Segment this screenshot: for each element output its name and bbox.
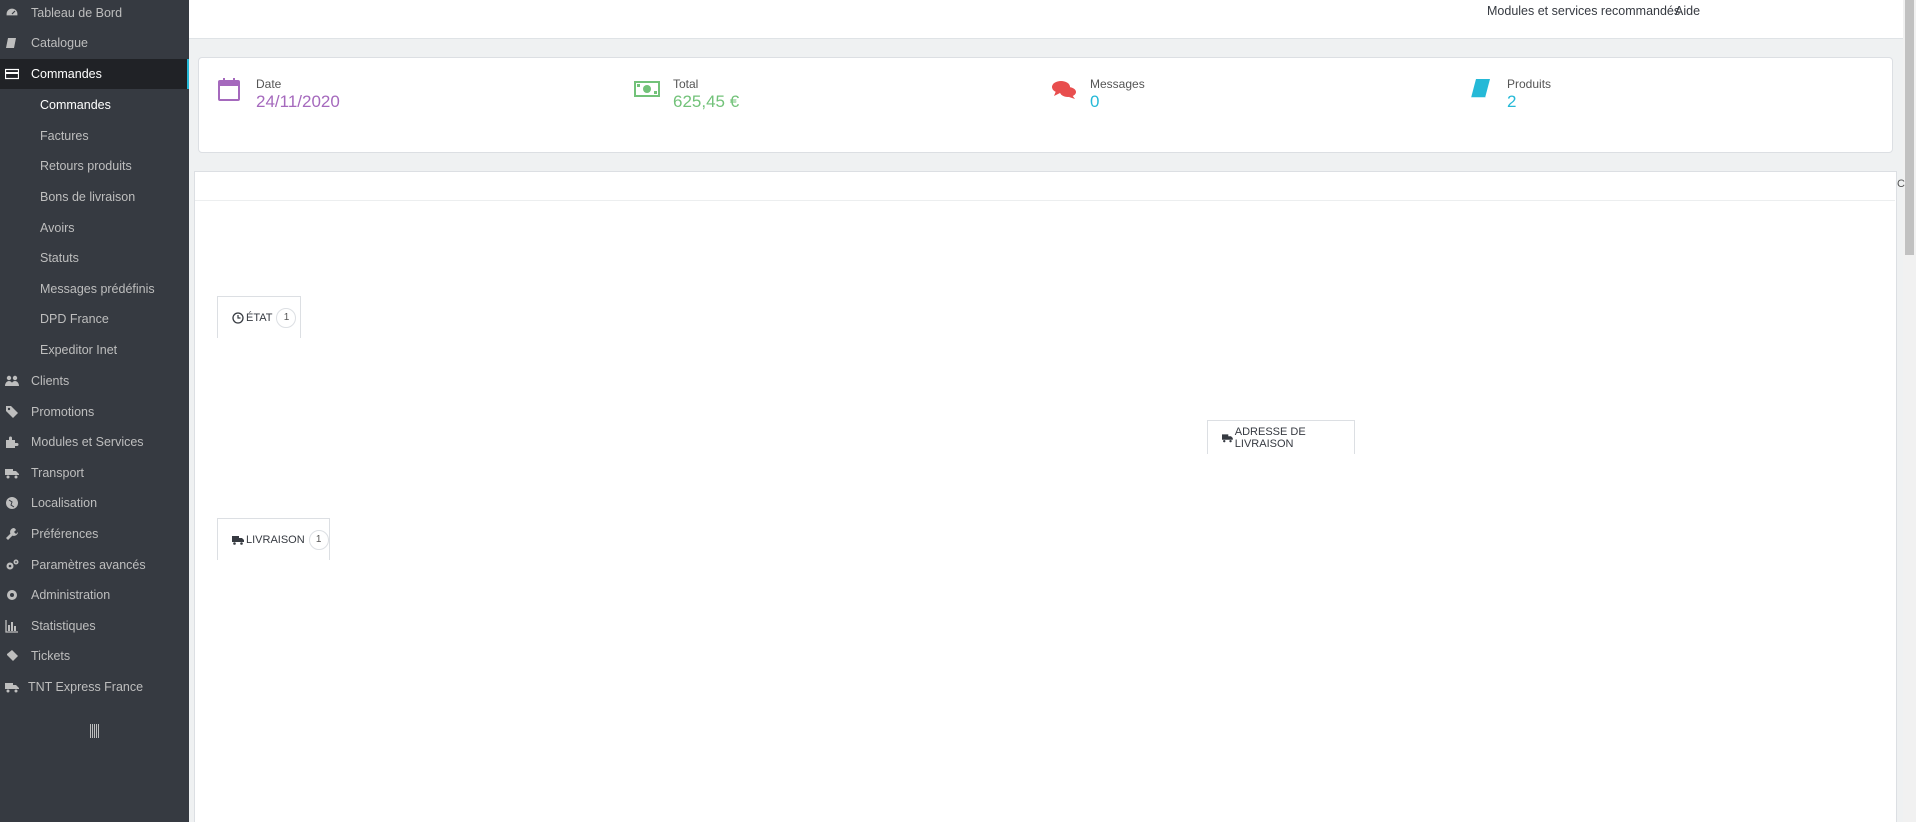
money-icon bbox=[634, 81, 660, 97]
comments-icon bbox=[1052, 81, 1076, 99]
sidebar-subitem-messages-predefinis[interactable]: Messages prédéfinis bbox=[0, 274, 189, 304]
kpi-title: Produits bbox=[1507, 77, 1552, 91]
panel-edge-glyph: C bbox=[1897, 178, 1905, 190]
sidebar-subitem-label: Retours produits bbox=[40, 159, 132, 173]
sidebar-item-statistiques[interactable]: Statistiques bbox=[0, 611, 189, 641]
sidebar-subitem-expeditor-inet[interactable]: Expeditor Inet bbox=[0, 335, 189, 365]
sidebar-item-label: Clients bbox=[31, 374, 70, 388]
book-icon bbox=[6, 38, 16, 48]
sidebar-collapse-icon[interactable] bbox=[89, 724, 101, 738]
sidebar-item-label: Préférences bbox=[31, 527, 99, 541]
puzzle-icon bbox=[6, 436, 19, 448]
sidebar-item-label: Commandes bbox=[31, 67, 102, 81]
kpi-title: Messages bbox=[1090, 77, 1145, 91]
sidebar-item-label: Localisation bbox=[31, 496, 98, 510]
truck-icon bbox=[1222, 433, 1233, 442]
tab-label: ADRESSE DE LIVRAISON bbox=[1234, 425, 1306, 450]
sidebar-subitem-label: Messages prédéfinis bbox=[40, 282, 155, 296]
sidebar: Tableau de Bord Catalogue Commandes Comm… bbox=[0, 0, 189, 822]
sidebar-subitem-statuts[interactable]: Statuts bbox=[0, 243, 189, 273]
tab-count-badge: 1 bbox=[276, 307, 297, 328]
book-icon bbox=[1471, 79, 1490, 99]
sidebar-item-clients[interactable]: Clients bbox=[0, 366, 189, 396]
help-link[interactable]: Aide bbox=[1675, 4, 1700, 18]
sidebar-item-catalogue[interactable]: Catalogue bbox=[0, 28, 189, 58]
sidebar-item-label: Tickets bbox=[31, 649, 71, 663]
sidebar-item-promotions[interactable]: Promotions bbox=[0, 397, 189, 427]
sidebar-subitem-label: Commandes bbox=[40, 98, 111, 112]
cogs-icon bbox=[6, 559, 19, 570]
kpi-value: 625,45 € bbox=[673, 92, 740, 111]
sidebar-subitem-label: DPD France bbox=[40, 312, 109, 326]
sidebar-item-label: Modules et Services bbox=[31, 435, 144, 449]
kpi-title: Date bbox=[256, 77, 282, 91]
order-kpi-panel: Date 24/11/2020 Total 625,45 € Messages … bbox=[198, 57, 1893, 153]
truck-icon bbox=[5, 683, 19, 693]
sidebar-subitem-label: Expeditor Inet bbox=[40, 343, 118, 357]
kpi-value: 2 bbox=[1507, 92, 1517, 111]
sidebar-item-tnt-express-france[interactable]: TNT Express France bbox=[0, 672, 189, 702]
bar-chart-icon bbox=[5, 620, 18, 633]
sidebar-subitem-dpd-france[interactable]: DPD France bbox=[0, 304, 189, 334]
tab-livraison[interactable]: LIVRAISON 1 bbox=[217, 518, 330, 560]
sidebar-item-label: Paramètres avancés bbox=[31, 558, 146, 572]
sidebar-item-modules-et-services[interactable]: Modules et Services bbox=[0, 427, 189, 457]
scrollbar-thumb[interactable] bbox=[1905, 0, 1914, 255]
tab-label: LIVRAISON bbox=[246, 533, 305, 546]
kpi-title: Total bbox=[673, 77, 699, 91]
tab-adresse-de-livraison[interactable]: ADRESSE DE LIVRAISON bbox=[1207, 420, 1355, 454]
sidebar-item-administration[interactable]: Administration bbox=[0, 580, 189, 610]
sidebar-subitem-label: Factures bbox=[40, 129, 89, 143]
sidebar-item-commandes[interactable]: Commandes bbox=[0, 59, 189, 89]
gear-icon bbox=[7, 590, 17, 600]
sidebar-item-label: Statistiques bbox=[31, 619, 96, 633]
sidebar-subitem-commandes[interactable]: Commandes bbox=[0, 90, 189, 120]
sidebar-item-parametres-avances[interactable]: Paramètres avancés bbox=[0, 550, 189, 580]
kpi-value: 0 bbox=[1090, 92, 1100, 111]
users-icon bbox=[5, 375, 19, 386]
sidebar-item-label: Administration bbox=[31, 588, 111, 602]
sidebar-item-tableau-de-bord[interactable]: Tableau de Bord bbox=[0, 0, 189, 28]
sidebar-subitem-label: Statuts bbox=[40, 251, 79, 265]
tags-icon bbox=[6, 406, 18, 418]
kpi-value: 24/11/2020 bbox=[256, 92, 340, 111]
wrench-icon bbox=[6, 528, 18, 540]
dashboard-icon bbox=[5, 7, 19, 17]
sidebar-item-localisation[interactable]: Localisation bbox=[0, 488, 189, 518]
sidebar-subitem-factures[interactable]: Factures bbox=[0, 121, 189, 151]
recommended-modules-link[interactable]: Modules et services recommandés bbox=[1487, 4, 1680, 18]
calendar-icon bbox=[218, 78, 240, 101]
sidebar-item-label: Transport bbox=[31, 466, 85, 480]
clock-icon bbox=[232, 311, 244, 324]
tab-etat[interactable]: ÉTAT 1 bbox=[217, 296, 301, 338]
tab-count-badge: 1 bbox=[308, 529, 329, 550]
order-detail-panel bbox=[194, 171, 1897, 822]
sidebar-item-transport[interactable]: Transport bbox=[0, 458, 189, 488]
sidebar-item-label: Tableau de Bord bbox=[31, 6, 123, 20]
sidebar-subitem-bons-de-livraison[interactable]: Bons de livraison bbox=[0, 182, 189, 212]
sidebar-item-label: Promotions bbox=[31, 405, 95, 419]
sidebar-item-preferences[interactable]: Préférences bbox=[0, 519, 189, 549]
sidebar-subitem-label: Avoirs bbox=[40, 221, 75, 235]
truck-icon bbox=[232, 535, 244, 545]
sidebar-item-label: Catalogue bbox=[31, 36, 88, 50]
sidebar-item-tickets[interactable]: Tickets bbox=[0, 641, 189, 671]
sidebar-subitem-label: Bons de livraison bbox=[40, 190, 136, 204]
panel-divider bbox=[195, 200, 1895, 201]
credit-card-icon bbox=[5, 68, 19, 80]
globe-icon bbox=[6, 497, 18, 509]
truck-icon bbox=[5, 469, 19, 479]
sidebar-item-label: TNT Express France bbox=[28, 680, 144, 694]
sidebar-subitem-avoirs[interactable]: Avoirs bbox=[0, 213, 189, 243]
ticket-icon bbox=[7, 650, 18, 661]
tab-label: ÉTAT bbox=[246, 311, 273, 324]
sidebar-subitem-retours-produits[interactable]: Retours produits bbox=[0, 151, 189, 181]
